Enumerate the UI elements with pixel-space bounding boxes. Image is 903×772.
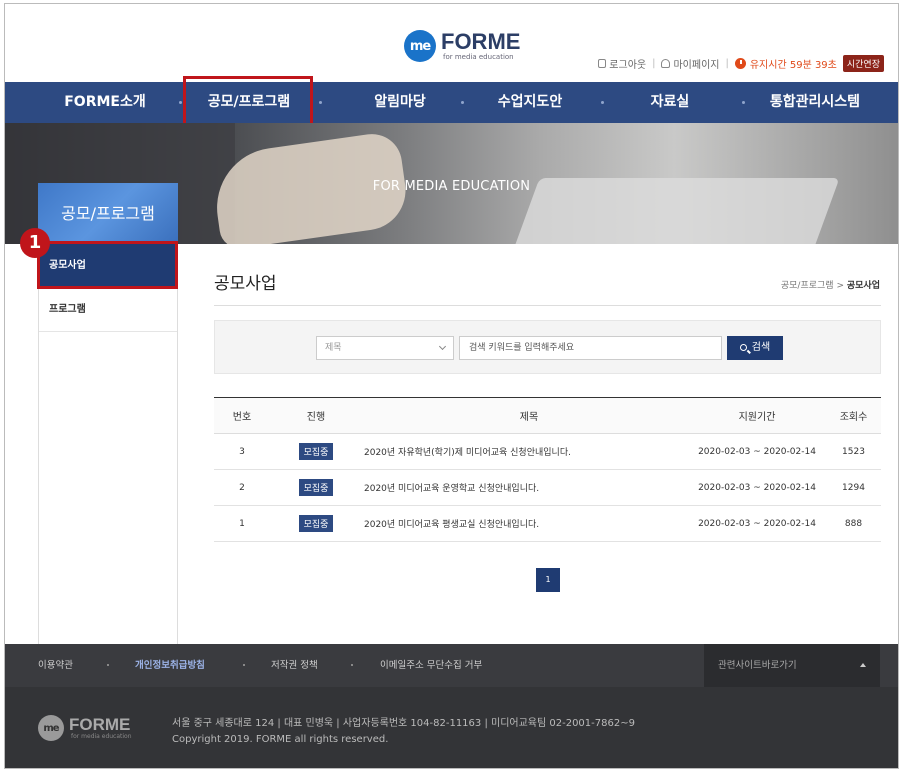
forme-logo-icon: me	[38, 715, 64, 741]
sidebar-item-program[interactable]: 프로그램	[39, 288, 177, 332]
forme-logo-icon: me	[404, 30, 436, 62]
chevron-up-icon	[860, 663, 866, 667]
footer-link-privacy[interactable]: 개인정보취급방침	[135, 644, 205, 687]
site-logo[interactable]: me FORME for media education	[404, 30, 520, 62]
row-views: 888	[844, 518, 863, 529]
lock-icon	[598, 59, 607, 68]
highlight-nav-programs	[183, 76, 313, 126]
nav-item-resources[interactable]: 자료실	[605, 82, 735, 123]
family-site-select[interactable]: 관련사이트바로가기	[704, 644, 880, 687]
col-header-no: 번호	[232, 412, 252, 423]
breadcrumb-current: 공모사업	[846, 281, 880, 291]
table-row[interactable]: 1 모집중 2020년 미디어교육 평생교실 신청안내입니다. 2020-02-…	[214, 506, 881, 542]
footer-logo: me FORME for media education	[38, 715, 132, 741]
nav-item-notice[interactable]: 알림마당	[335, 82, 465, 123]
nav-item-lesson-plans[interactable]: 수업지도안	[465, 82, 595, 123]
footer-logo-name: FORME	[69, 715, 131, 734]
col-header-status: 진행	[306, 412, 326, 423]
footer-link-terms[interactable]: 이용약관	[38, 644, 73, 687]
footer-link-copyright[interactable]: 저작권 정책	[271, 644, 318, 687]
extend-session-button[interactable]: 시간연장	[842, 55, 884, 72]
main-nav: FORME소개 공모/프로그램 알림마당 수업지도안 자료실 통합관리시스템	[5, 82, 898, 123]
logo-subtitle: for media education	[443, 53, 514, 61]
logo-name: FORME	[441, 29, 521, 54]
search-button[interactable]: 검색	[727, 336, 783, 360]
row-period: 2020-02-03 ~ 2020-02-14	[698, 482, 816, 493]
row-title-link[interactable]: 2020년 자유학년(학기)제 미디어교육 신청안내입니다.	[364, 434, 684, 469]
row-period: 2020-02-03 ~ 2020-02-14	[698, 446, 816, 457]
row-title-link[interactable]: 2020년 미디어교육 평생교실 신청안내입니다.	[364, 506, 684, 541]
status-badge: 모집중	[298, 479, 334, 496]
breadcrumb: 공모/프로그램 > 공모사업	[780, 281, 880, 291]
highlight-sidebar-contest	[37, 241, 178, 289]
search-icon	[739, 344, 747, 351]
table-header: 번호 진행 제목 지원기간 조회수	[214, 397, 881, 434]
row-no: 3	[239, 446, 245, 457]
status-badge: 모집중	[298, 443, 334, 460]
row-title-link[interactable]: 2020년 미디어교육 운영학교 신청안내입니다.	[364, 470, 684, 505]
utility-menu: 로그아웃 | 마이페이지 | 유지시간 59분 39초 시간연장	[598, 55, 884, 72]
row-views: 1294	[842, 482, 865, 493]
logout-link[interactable]: 로그아웃	[609, 56, 646, 71]
family-site-label: 관련사이트바로가기	[718, 660, 797, 671]
search-button-label: 검색	[751, 342, 771, 353]
site-header: me FORME for media education 로그아웃 | 마이페이…	[5, 4, 898, 82]
pagination-page-1[interactable]: 1	[536, 568, 560, 592]
col-header-period: 지원기간	[738, 412, 776, 423]
col-header-title: 제목	[519, 412, 539, 423]
table-row[interactable]: 3 모집중 2020년 자유학년(학기)제 미디어교육 신청안내입니다. 202…	[214, 434, 881, 470]
row-views: 1523	[842, 446, 865, 457]
footer-copyright: Copyright 2019. FORME all rights reserve…	[172, 734, 389, 745]
footer-link-email-policy[interactable]: 이메일주소 무단수집 거부	[380, 644, 482, 687]
contest-table: 번호 진행 제목 지원기간 조회수 3 모집중 2020년 자유학년(학기)제 …	[214, 397, 881, 542]
browser-frame: me FORME for media education 로그아웃 | 마이페이…	[4, 3, 899, 769]
footer-address: 서울 중구 세종대로 124 | 대표 민병욱 | 사업자등록번호 104-82…	[172, 718, 635, 729]
search-field-value: 제목	[325, 343, 342, 353]
footer-logo-subtitle: for media education	[71, 733, 132, 740]
row-no: 2	[239, 482, 245, 493]
row-no: 1	[239, 518, 245, 529]
user-icon	[661, 59, 671, 68]
sidebar-title: 공모/프로그램	[38, 183, 178, 245]
search-panel: 제목 검색 키워드를 입력해주세요 검색	[214, 320, 881, 374]
footer-info: me FORME for media education 서울 중구 세종대로 …	[5, 687, 898, 768]
sidebar: 공모사업 프로그램	[38, 244, 178, 644]
nav-item-about[interactable]: FORME소개	[40, 82, 170, 123]
session-timer: 유지시간 59분 39초	[749, 60, 837, 71]
row-period: 2020-02-03 ~ 2020-02-14	[698, 518, 816, 529]
col-header-views: 조회수	[839, 412, 868, 423]
page-title: 공모사업	[214, 274, 277, 294]
table-row[interactable]: 2 모집중 2020년 미디어교육 운영학교 신청안내입니다. 2020-02-…	[214, 470, 881, 506]
step-badge: 1	[20, 228, 50, 258]
search-field-select[interactable]: 제목	[316, 336, 454, 360]
chevron-down-icon	[438, 342, 447, 351]
nav-item-management[interactable]: 통합관리시스템	[745, 82, 885, 123]
footer-links-bar: 이용약관 개인정보취급방침 저작권 정책 이메일주소 무단수집 거부 관련사이트…	[5, 644, 898, 687]
breadcrumb-parent[interactable]: 공모/프로그램	[781, 281, 834, 291]
clock-icon	[734, 58, 746, 69]
status-badge: 모집중	[298, 515, 334, 532]
search-input[interactable]: 검색 키워드를 입력해주세요	[459, 336, 722, 360]
mypage-link[interactable]: 마이페이지	[673, 56, 719, 71]
